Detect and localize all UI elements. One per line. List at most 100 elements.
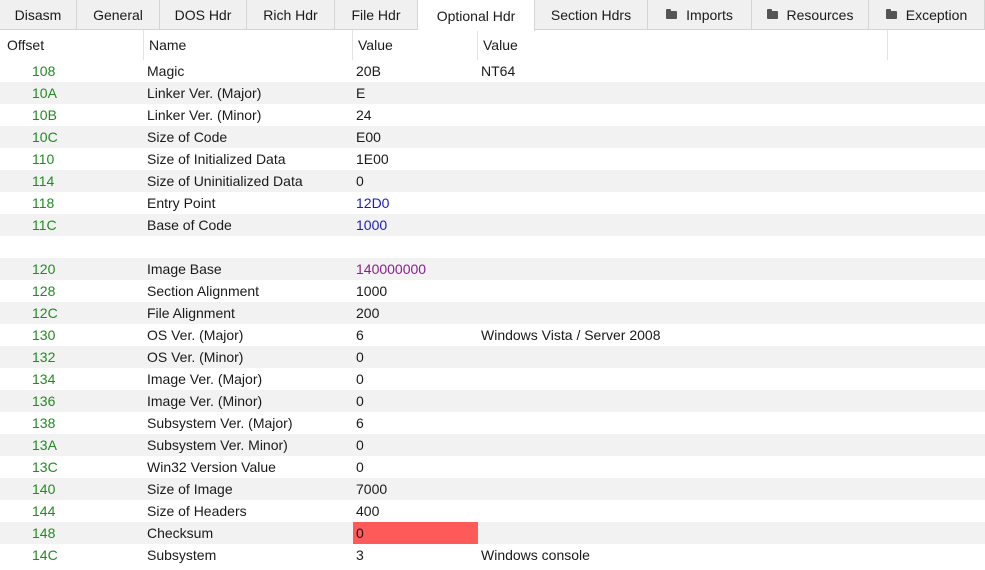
field-name-cell: File Alignment bbox=[147, 305, 235, 321]
tab-disasm[interactable]: Disasm bbox=[0, 0, 77, 30]
field-name-cell: Magic bbox=[147, 63, 185, 79]
table-row[interactable]: 144 Size of Headers 400 bbox=[0, 500, 985, 522]
value-cell[interactable]: 7000 bbox=[353, 478, 478, 500]
table-row[interactable]: 140 Size of Image 7000 bbox=[0, 478, 985, 500]
tab-label: Rich Hdr bbox=[263, 7, 318, 23]
field-name-cell: Size of Code bbox=[147, 129, 228, 145]
value-cell[interactable] bbox=[353, 236, 478, 258]
tab-label: DOS Hdr bbox=[174, 7, 232, 23]
field-name-cell: Image Base bbox=[147, 261, 222, 277]
value-cell[interactable]: 0 bbox=[353, 170, 478, 192]
value-cell[interactable]: 0 bbox=[353, 456, 478, 478]
folder-icon bbox=[666, 9, 678, 19]
value-cell[interactable]: 3 bbox=[353, 544, 478, 566]
table-row[interactable]: 10A Linker Ver. (Major) E bbox=[0, 82, 985, 104]
column-header-name[interactable]: Name bbox=[144, 30, 353, 60]
field-name-cell: Subsystem Ver. (Major) bbox=[147, 415, 293, 431]
value-cell[interactable]: 400 bbox=[353, 500, 478, 522]
tab-label: Section Hdrs bbox=[550, 7, 632, 23]
value-description-cell: NT64 bbox=[481, 63, 516, 79]
table-row[interactable]: 13C Win32 Version Value 0 bbox=[0, 456, 985, 478]
value-cell[interactable]: 1E00 bbox=[353, 148, 478, 170]
offset-cell: 138 bbox=[32, 415, 56, 431]
value-cell[interactable]: 6 bbox=[353, 412, 478, 434]
pe-viewer-window: Disasm General DOS Hdr Rich Hdr File Hdr Opti… bbox=[0, 0, 985, 570]
value-cell[interactable]: 6 bbox=[353, 324, 478, 346]
offset-cell: 10A bbox=[32, 85, 57, 101]
tab-label: Imports bbox=[686, 7, 733, 23]
tab-section-hdrs[interactable]: Section Hdrs bbox=[535, 0, 648, 30]
tab-file-hdr[interactable]: File Hdr bbox=[335, 0, 418, 30]
value-cell[interactable]: 12D0 bbox=[353, 192, 478, 214]
value-cell[interactable]: 1000 bbox=[353, 214, 478, 236]
table-row[interactable]: 148 Checksum 0 bbox=[0, 522, 985, 544]
offset-cell: 136 bbox=[32, 393, 56, 409]
value-cell[interactable]: 0 bbox=[353, 522, 478, 544]
offset-cell: 114 bbox=[32, 173, 55, 189]
table-row[interactable]: 10B Linker Ver. (Minor) 24 bbox=[0, 104, 985, 126]
value-cell[interactable]: 0 bbox=[353, 346, 478, 368]
tab-dos-hdr[interactable]: DOS Hdr bbox=[160, 0, 247, 30]
offset-cell: 110 bbox=[32, 151, 55, 167]
table-row[interactable]: 128 Section Alignment 1000 bbox=[0, 280, 985, 302]
tab-label: Disasm bbox=[14, 7, 62, 23]
table-row[interactable]: 120 Image Base 140000000 bbox=[0, 258, 985, 280]
offset-cell: 134 bbox=[32, 371, 56, 387]
value-cell[interactable]: E bbox=[353, 82, 478, 104]
table-row[interactable]: 12C File Alignment 200 bbox=[0, 302, 985, 324]
table-body: 108 Magic 20B NT64 10A Linker Ver. (Major) E 10… bbox=[0, 60, 985, 566]
tab-label: Resources bbox=[786, 7, 854, 23]
offset-cell: 148 bbox=[32, 525, 56, 541]
table-row[interactable]: 108 Magic 20B NT64 bbox=[0, 60, 985, 82]
value-cell[interactable]: 200 bbox=[353, 302, 478, 324]
value-cell[interactable]: 24 bbox=[353, 104, 478, 126]
offset-cell: 130 bbox=[32, 327, 56, 343]
table-row[interactable]: 132 OS Ver. (Minor) 0 bbox=[0, 346, 985, 368]
value-cell[interactable]: 20B bbox=[353, 60, 478, 82]
offset-cell: 13A bbox=[32, 437, 57, 453]
column-header-value[interactable]: Value bbox=[353, 30, 478, 60]
offset-cell: 140 bbox=[32, 481, 56, 497]
tab-resources[interactable]: Resources bbox=[752, 0, 869, 30]
tab-imports[interactable]: Imports bbox=[648, 0, 752, 30]
table-row[interactable]: 14C Subsystem 3 Windows console bbox=[0, 544, 985, 566]
table-row[interactable]: 130 OS Ver. (Major) 6 Windows Vista / Serve… bbox=[0, 324, 985, 346]
tab-label: Optional Hdr bbox=[436, 7, 516, 24]
folder-icon bbox=[885, 9, 897, 19]
value-cell[interactable]: 0 bbox=[353, 390, 478, 412]
tab-general[interactable]: General bbox=[77, 0, 160, 30]
offset-cell: 10B bbox=[32, 107, 57, 123]
value-cell[interactable]: 0 bbox=[353, 368, 478, 390]
table-row[interactable]: 138 Subsystem Ver. (Major) 6 bbox=[0, 412, 985, 434]
table-row[interactable]: 10C Size of Code E00 bbox=[0, 126, 985, 148]
value-cell[interactable]: 0 bbox=[353, 434, 478, 456]
field-name-cell: Subsystem bbox=[147, 547, 217, 563]
value-cell[interactable]: E00 bbox=[353, 126, 478, 148]
tab-optional-hdr[interactable]: Optional Hdr bbox=[418, 0, 535, 31]
table-header: Offset Name Value Value bbox=[0, 30, 985, 60]
tab-label: Exception bbox=[905, 7, 968, 23]
field-name-cell: Base of Code bbox=[147, 217, 232, 233]
table-row[interactable]: 136 Image Ver. (Minor) 0 bbox=[0, 390, 985, 412]
table-row[interactable] bbox=[0, 236, 985, 258]
field-name-cell: Size of Headers bbox=[147, 503, 247, 519]
offset-cell: 118 bbox=[32, 195, 55, 211]
offset-cell: 132 bbox=[32, 349, 56, 365]
tab-exception[interactable]: Exception bbox=[869, 0, 985, 30]
value-cell[interactable]: 140000000 bbox=[353, 258, 478, 280]
column-header-offset[interactable]: Offset bbox=[2, 30, 144, 60]
field-name-cell: OS Ver. (Minor) bbox=[147, 349, 244, 365]
table-row[interactable]: 114 Size of Uninitialized Data 0 bbox=[0, 170, 985, 192]
offset-cell: 120 bbox=[32, 261, 56, 277]
value-cell[interactable]: 1000 bbox=[353, 280, 478, 302]
tab-rich-hdr[interactable]: Rich Hdr bbox=[247, 0, 335, 30]
table-row[interactable]: 13A Subsystem Ver. Minor) 0 bbox=[0, 434, 985, 456]
offset-cell: 128 bbox=[32, 283, 56, 299]
table-row[interactable]: 11C Base of Code 1000 bbox=[0, 214, 985, 236]
value-description-cell: Windows Vista / Server 2008 bbox=[481, 327, 661, 343]
table-row[interactable]: 134 Image Ver. (Major) 0 bbox=[0, 368, 985, 390]
column-header-value-description[interactable]: Value bbox=[478, 30, 888, 60]
field-name-cell: Size of Image bbox=[147, 481, 233, 497]
table-row[interactable]: 110 Size of Initialized Data 1E00 bbox=[0, 148, 985, 170]
table-row[interactable]: 118 Entry Point 12D0 bbox=[0, 192, 985, 214]
